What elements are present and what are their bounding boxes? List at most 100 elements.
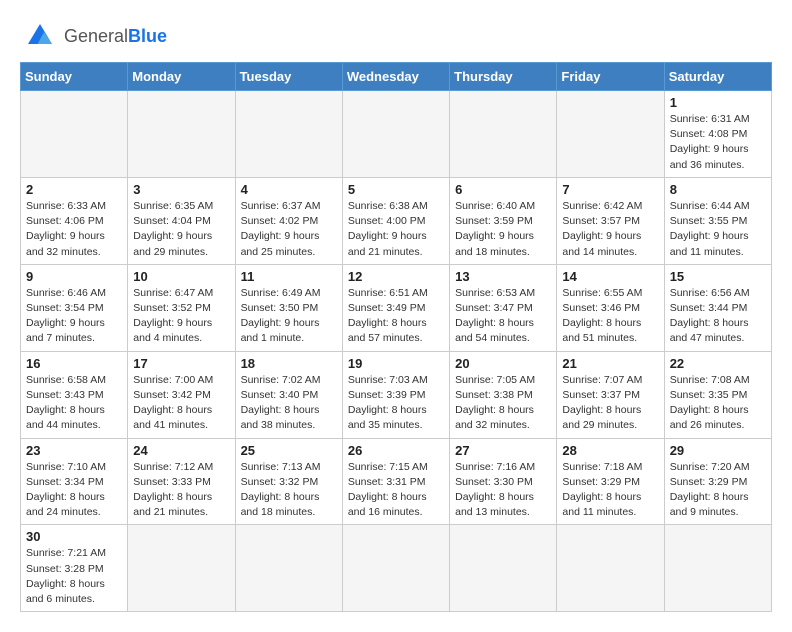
- day-info: Sunrise: 6:44 AM Sunset: 3:55 PM Dayligh…: [670, 199, 766, 260]
- day-info: Sunrise: 6:35 AM Sunset: 4:04 PM Dayligh…: [133, 199, 229, 260]
- day-header-wednesday: Wednesday: [342, 63, 449, 91]
- logo-icon: [20, 20, 60, 52]
- day-header-tuesday: Tuesday: [235, 63, 342, 91]
- calendar-cell: [342, 91, 449, 178]
- calendar-cell: [557, 525, 664, 612]
- day-info: Sunrise: 7:12 AM Sunset: 3:33 PM Dayligh…: [133, 460, 229, 521]
- calendar-cell: 30 Sunrise: 7:21 AM Sunset: 3:28 PM Dayli…: [21, 525, 128, 612]
- day-info: Sunrise: 7:16 AM Sunset: 3:30 PM Dayligh…: [455, 460, 551, 521]
- calendar-cell: 5 Sunrise: 6:38 AM Sunset: 4:00 PM Daylig…: [342, 177, 449, 264]
- day-info: Sunrise: 7:13 AM Sunset: 3:32 PM Dayligh…: [241, 460, 337, 521]
- day-number: 3: [133, 182, 229, 197]
- calendar-cell: 2 Sunrise: 6:33 AM Sunset: 4:06 PM Daylig…: [21, 177, 128, 264]
- week-row-5: 23 Sunrise: 7:10 AM Sunset: 3:34 PM Dayli…: [21, 438, 772, 525]
- calendar: SundayMondayTuesdayWednesdayThursdayFrid…: [20, 62, 772, 612]
- calendar-body: 1 Sunrise: 6:31 AM Sunset: 4:08 PM Daylig…: [21, 91, 772, 612]
- calendar-cell: 15 Sunrise: 6:56 AM Sunset: 3:44 PM Dayli…: [664, 264, 771, 351]
- calendar-cell: 20 Sunrise: 7:05 AM Sunset: 3:38 PM Dayli…: [450, 351, 557, 438]
- day-info: Sunrise: 7:15 AM Sunset: 3:31 PM Dayligh…: [348, 460, 444, 521]
- calendar-cell: 27 Sunrise: 7:16 AM Sunset: 3:30 PM Dayli…: [450, 438, 557, 525]
- day-number: 14: [562, 269, 658, 284]
- week-row-6: 30 Sunrise: 7:21 AM Sunset: 3:28 PM Dayli…: [21, 525, 772, 612]
- day-number: 5: [348, 182, 444, 197]
- calendar-cell: [342, 525, 449, 612]
- calendar-cell: 9 Sunrise: 6:46 AM Sunset: 3:54 PM Daylig…: [21, 264, 128, 351]
- calendar-cell: 7 Sunrise: 6:42 AM Sunset: 3:57 PM Daylig…: [557, 177, 664, 264]
- day-info: Sunrise: 6:42 AM Sunset: 3:57 PM Dayligh…: [562, 199, 658, 260]
- day-info: Sunrise: 7:05 AM Sunset: 3:38 PM Dayligh…: [455, 373, 551, 434]
- logo-text: GeneralBlue: [64, 26, 167, 47]
- week-row-2: 2 Sunrise: 6:33 AM Sunset: 4:06 PM Daylig…: [21, 177, 772, 264]
- day-number: 2: [26, 182, 122, 197]
- calendar-cell: 12Sunrise: 6:51 AM Sunset: 3:49 PM Dayli…: [342, 264, 449, 351]
- day-info: Sunrise: 6:47 AM Sunset: 3:52 PM Dayligh…: [133, 286, 229, 347]
- day-info: Sunrise: 6:56 AM Sunset: 3:44 PM Dayligh…: [670, 286, 766, 347]
- day-header-friday: Friday: [557, 63, 664, 91]
- day-header-thursday: Thursday: [450, 63, 557, 91]
- day-info: Sunrise: 6:58 AM Sunset: 3:43 PM Dayligh…: [26, 373, 122, 434]
- week-row-3: 9 Sunrise: 6:46 AM Sunset: 3:54 PM Daylig…: [21, 264, 772, 351]
- calendar-cell: [235, 91, 342, 178]
- calendar-cell: [450, 91, 557, 178]
- calendar-cell: 14 Sunrise: 6:55 AM Sunset: 3:46 PM Dayli…: [557, 264, 664, 351]
- day-number: 10: [133, 269, 229, 284]
- day-number: 25: [241, 443, 337, 458]
- calendar-cell: [450, 525, 557, 612]
- day-info: Sunrise: 6:51 AM Sunset: 3:49 PM Dayligh…: [348, 286, 444, 347]
- day-number: 8: [670, 182, 766, 197]
- day-info: Sunrise: 7:20 AM Sunset: 3:29 PM Dayligh…: [670, 460, 766, 521]
- calendar-cell: 28Sunrise: 7:18 AM Sunset: 3:29 PM Dayli…: [557, 438, 664, 525]
- day-info: Sunrise: 6:55 AM Sunset: 3:46 PM Dayligh…: [562, 286, 658, 347]
- day-number: 30: [26, 529, 122, 544]
- day-number: 16: [26, 356, 122, 371]
- calendar-cell: [21, 91, 128, 178]
- day-info: Sunrise: 7:00 AM Sunset: 3:42 PM Dayligh…: [133, 373, 229, 434]
- day-header-sunday: Sunday: [21, 63, 128, 91]
- calendar-cell: 22 Sunrise: 7:08 AM Sunset: 3:35 PM Dayli…: [664, 351, 771, 438]
- day-number: 1: [670, 95, 766, 110]
- day-number: 22: [670, 356, 766, 371]
- day-info: Sunrise: 7:03 AM Sunset: 3:39 PM Dayligh…: [348, 373, 444, 434]
- calendar-cell: 1 Sunrise: 6:31 AM Sunset: 4:08 PM Daylig…: [664, 91, 771, 178]
- calendar-cell: 24 Sunrise: 7:12 AM Sunset: 3:33 PM Dayli…: [128, 438, 235, 525]
- day-number: 7: [562, 182, 658, 197]
- calendar-cell: 26 Sunrise: 7:15 AM Sunset: 3:31 PM Dayli…: [342, 438, 449, 525]
- day-header-saturday: Saturday: [664, 63, 771, 91]
- day-info: Sunrise: 6:49 AM Sunset: 3:50 PM Dayligh…: [241, 286, 337, 347]
- day-info: Sunrise: 7:02 AM Sunset: 3:40 PM Dayligh…: [241, 373, 337, 434]
- day-number: 26: [348, 443, 444, 458]
- week-row-4: 16 Sunrise: 6:58 AM Sunset: 3:43 PM Dayli…: [21, 351, 772, 438]
- day-info: Sunrise: 7:10 AM Sunset: 3:34 PM Dayligh…: [26, 460, 122, 521]
- day-info: Sunrise: 6:33 AM Sunset: 4:06 PM Dayligh…: [26, 199, 122, 260]
- calendar-cell: 10 Sunrise: 6:47 AM Sunset: 3:52 PM Dayli…: [128, 264, 235, 351]
- day-number: 9: [26, 269, 122, 284]
- calendar-cell: 23 Sunrise: 7:10 AM Sunset: 3:34 PM Dayli…: [21, 438, 128, 525]
- day-info: Sunrise: 7:21 AM Sunset: 3:28 PM Dayligh…: [26, 546, 122, 607]
- calendar-cell: 17 Sunrise: 7:00 AM Sunset: 3:42 PM Dayli…: [128, 351, 235, 438]
- day-number: 21: [562, 356, 658, 371]
- day-info: Sunrise: 7:07 AM Sunset: 3:37 PM Dayligh…: [562, 373, 658, 434]
- calendar-cell: [235, 525, 342, 612]
- day-info: Sunrise: 6:38 AM Sunset: 4:00 PM Dayligh…: [348, 199, 444, 260]
- day-info: Sunrise: 6:53 AM Sunset: 3:47 PM Dayligh…: [455, 286, 551, 347]
- day-number: 23: [26, 443, 122, 458]
- day-number: 18: [241, 356, 337, 371]
- day-number: 15: [670, 269, 766, 284]
- day-number: 27: [455, 443, 551, 458]
- calendar-cell: 16 Sunrise: 6:58 AM Sunset: 3:43 PM Dayli…: [21, 351, 128, 438]
- header: GeneralBlue: [20, 20, 772, 52]
- calendar-cell: [557, 91, 664, 178]
- day-info: Sunrise: 6:37 AM Sunset: 4:02 PM Dayligh…: [241, 199, 337, 260]
- day-info: Sunrise: 7:08 AM Sunset: 3:35 PM Dayligh…: [670, 373, 766, 434]
- day-info: Sunrise: 6:31 AM Sunset: 4:08 PM Dayligh…: [670, 112, 766, 173]
- calendar-cell: 13 Sunrise: 6:53 AM Sunset: 3:47 PM Dayli…: [450, 264, 557, 351]
- day-number: 13: [455, 269, 551, 284]
- day-info: Sunrise: 6:46 AM Sunset: 3:54 PM Dayligh…: [26, 286, 122, 347]
- calendar-cell: 21 Sunrise: 7:07 AM Sunset: 3:37 PM Dayli…: [557, 351, 664, 438]
- day-number: 17: [133, 356, 229, 371]
- day-number: 19: [348, 356, 444, 371]
- day-number: 24: [133, 443, 229, 458]
- day-info: Sunrise: 6:40 AM Sunset: 3:59 PM Dayligh…: [455, 199, 551, 260]
- calendar-cell: 25 Sunrise: 7:13 AM Sunset: 3:32 PM Dayli…: [235, 438, 342, 525]
- day-number: 20: [455, 356, 551, 371]
